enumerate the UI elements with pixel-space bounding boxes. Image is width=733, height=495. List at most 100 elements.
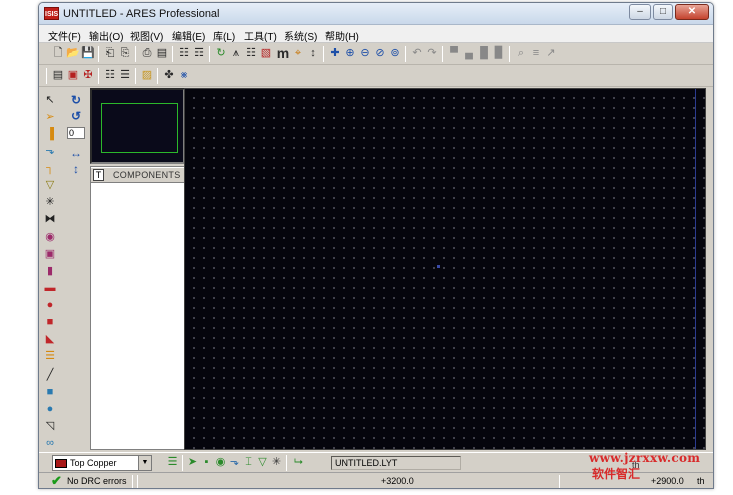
circle-icon[interactable]: ● xyxy=(42,402,58,417)
connection-icon[interactable]: ⧓ xyxy=(42,212,58,227)
overview-window[interactable] xyxy=(90,88,185,164)
mirror-vertical-icon[interactable]: ↕ xyxy=(68,162,84,177)
rotate-counterclockwise-icon[interactable]: ↺ xyxy=(68,109,84,124)
zoom-out-icon[interactable]: ⊖ xyxy=(358,46,372,61)
chevron-down-icon[interactable]: ▼ xyxy=(138,456,151,470)
circle-pad-icon[interactable]: ● xyxy=(42,298,58,313)
save-icon[interactable]: 💾 xyxy=(81,46,95,61)
layer-stack-icon[interactable]: ☰ xyxy=(166,455,179,470)
dil-pad-icon[interactable]: ▮ xyxy=(42,264,58,279)
cursor-icon[interactable]: ↕ xyxy=(306,46,320,61)
title-bar[interactable]: ISIS UNTITLED - ARES Professional – □ ✕ xyxy=(39,3,713,25)
redo-icon[interactable]: ↷ xyxy=(425,46,439,61)
autoroute-icon[interactable]: ≡ xyxy=(529,46,543,61)
package-icon[interactable]: ▐ xyxy=(42,127,58,142)
app-icon[interactable]: ISIS xyxy=(44,7,59,20)
netlist-compile-icon[interactable]: ☶ xyxy=(192,46,206,61)
drc-icon[interactable]: ✠ xyxy=(81,68,95,83)
menu-output[interactable]: 输出(O) xyxy=(89,28,123,43)
design-rules-icon[interactable]: ↗ xyxy=(544,46,558,61)
via-icon[interactable]: ┐ xyxy=(42,161,58,176)
connectivity-icon[interactable]: ⩚ xyxy=(229,46,243,61)
menu-tools[interactable]: 工具(T) xyxy=(244,28,277,43)
route-icon[interactable]: ◉ xyxy=(214,455,227,470)
print-preview-icon[interactable]: ▤ xyxy=(155,46,169,61)
line-icon[interactable]: ╱ xyxy=(42,368,58,383)
round-pad-icon[interactable]: ◉ xyxy=(42,230,58,245)
rotate-clockwise-icon[interactable]: ↻ xyxy=(68,93,84,108)
drc-status[interactable]: No DRC errors xyxy=(67,476,127,486)
layers-icon[interactable]: ▧ xyxy=(259,46,273,61)
pan-icon[interactable]: ✚ xyxy=(328,46,342,61)
arc-icon[interactable]: ◹ xyxy=(42,419,58,434)
menu-library[interactable]: 库(L) xyxy=(213,28,235,43)
unit-label[interactable]: th xyxy=(697,476,705,486)
block-move-icon[interactable]: ▄ xyxy=(462,46,476,61)
zoom-area-icon[interactable]: ⊚ xyxy=(388,46,402,61)
menu-edit[interactable]: 编辑(E) xyxy=(172,28,205,43)
cad-export-icon[interactable]: ⨳ xyxy=(177,68,191,83)
netlist-icon[interactable]: ☷ xyxy=(177,46,191,61)
zone-tool-icon[interactable]: ▽ xyxy=(256,455,269,470)
mirror-horizontal-icon[interactable]: ↔ xyxy=(68,146,84,161)
refresh-icon[interactable]: ↻ xyxy=(214,46,228,61)
test-icon[interactable]: ⌶ xyxy=(242,455,255,470)
metric-icon[interactable]: m xyxy=(276,46,290,61)
netlist-view-icon[interactable]: ☰ xyxy=(118,68,132,83)
menu-bar: 文件(F) 输出(O) 视图(V) 编辑(E) 库(L) 工具(T) 系统(S)… xyxy=(39,25,713,43)
print-icon[interactable]: ⎙ xyxy=(140,46,154,61)
menu-file[interactable]: 文件(F) xyxy=(48,28,81,43)
place-icon[interactable]: ➤ xyxy=(186,455,199,470)
layout-canvas[interactable] xyxy=(184,88,706,450)
maximize-icon[interactable]: □ xyxy=(653,4,673,20)
close-icon[interactable]: ✕ xyxy=(675,4,709,20)
toolbar-separator xyxy=(323,46,324,62)
minimize-icon[interactable]: – xyxy=(629,4,651,20)
path-icon[interactable]: ∞ xyxy=(42,436,58,451)
zoom-all-icon[interactable]: ⊘ xyxy=(373,46,387,61)
zoom-in-icon[interactable]: ⊕ xyxy=(343,46,357,61)
components-toggle-button[interactable]: T xyxy=(93,169,104,181)
select-icon[interactable]: ↖ xyxy=(42,93,58,108)
zone-icon[interactable]: ▽ xyxy=(42,178,58,193)
menu-system[interactable]: 系统(S) xyxy=(284,28,317,43)
tidy-icon[interactable]: ✤ xyxy=(162,68,176,83)
bill-of-materials-icon[interactable]: ☷ xyxy=(103,68,117,83)
export-icon[interactable]: ⎘ xyxy=(118,46,132,61)
open-folder-icon[interactable]: 📂 xyxy=(66,46,80,61)
menu-help[interactable]: 帮助(H) xyxy=(325,28,359,43)
pad-icon[interactable]: ▪ xyxy=(200,455,213,470)
import-icon[interactable]: ⎗ xyxy=(103,46,117,61)
box-icon[interactable]: ■ xyxy=(42,385,58,400)
window-title: UNTITLED - ARES Professional xyxy=(63,8,220,20)
undo-icon[interactable]: ↶ xyxy=(410,46,424,61)
rotation-angle-input[interactable]: 0 xyxy=(67,127,85,139)
board-edge-icon[interactable]: ▣ xyxy=(66,68,80,83)
track-icon[interactable]: ⬎ xyxy=(42,144,58,159)
grid-icon[interactable]: ☷ xyxy=(244,46,258,61)
via-place-icon[interactable]: ⬎ xyxy=(228,455,241,470)
block-delete-icon[interactable]: ▉ xyxy=(492,46,506,61)
origin-icon[interactable]: ⌖ xyxy=(291,46,305,61)
edge-pad-icon[interactable]: ▬ xyxy=(42,281,58,296)
layer-view-icon[interactable]: ▤ xyxy=(51,68,65,83)
menu-view[interactable]: 视图(V) xyxy=(130,28,163,43)
new-file-icon[interactable]: 🗋 xyxy=(51,46,65,61)
trace-icon[interactable]: ⮡ xyxy=(292,455,305,470)
ratsnest-icon[interactable]: ✳ xyxy=(42,195,58,210)
search-icon[interactable]: ⌕ xyxy=(514,46,528,61)
square-pad-icon[interactable]: ▣ xyxy=(42,247,58,262)
block-rotate-icon[interactable]: █ xyxy=(477,46,491,61)
component-icon[interactable]: ➢ xyxy=(42,110,58,125)
toolbar-separator xyxy=(286,455,287,471)
block-copy-icon[interactable]: ▀ xyxy=(447,46,461,61)
ratsnest-tool-icon[interactable]: ✳ xyxy=(270,455,283,470)
polygon-pad-icon[interactable]: ◣ xyxy=(42,332,58,347)
watermark-url: www.jzrxxw.com xyxy=(589,451,701,465)
toolbar-separator xyxy=(172,46,173,62)
power-plane-icon[interactable]: ▨ xyxy=(140,68,154,83)
padstack-icon[interactable]: ☰ xyxy=(42,349,58,364)
layer-selector[interactable]: Top Copper ▼ xyxy=(52,455,152,471)
rect-pad-icon[interactable]: ■ xyxy=(42,315,58,330)
file-name-display: UNTITLED.LYT xyxy=(331,456,461,470)
